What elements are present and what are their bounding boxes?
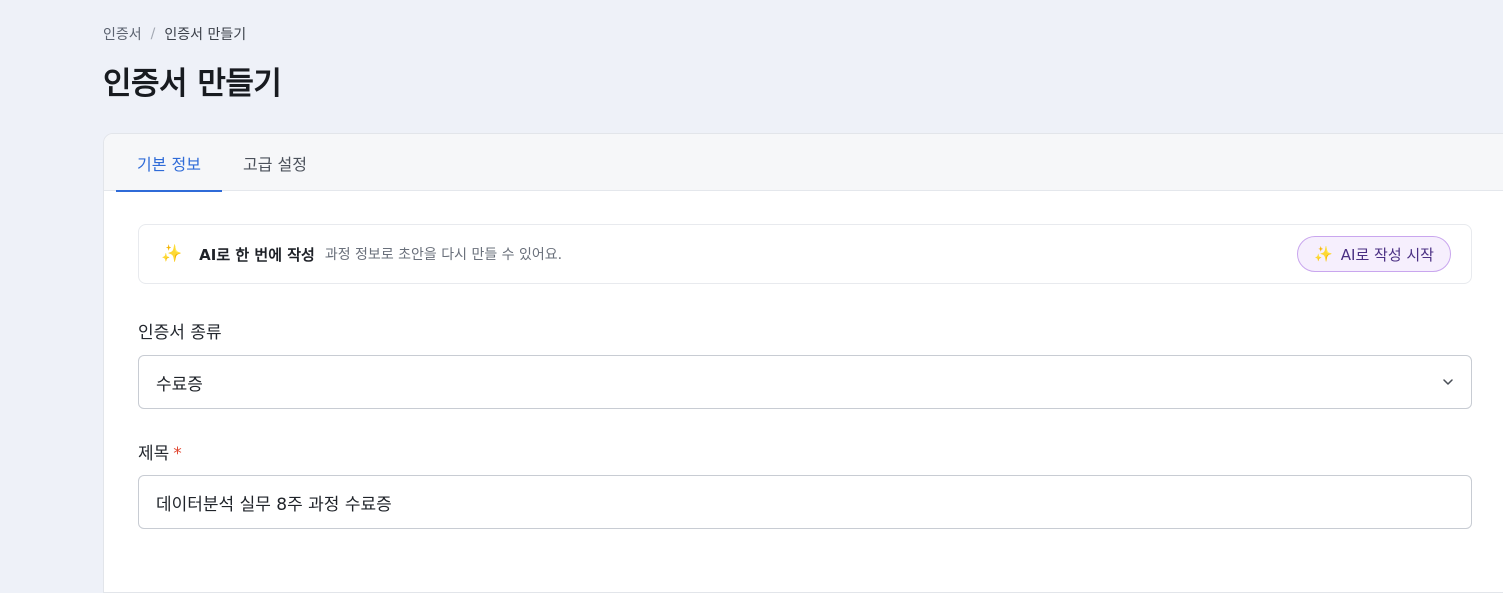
- title-label: 제목 *: [138, 439, 182, 464]
- ai-write-start-button[interactable]: ✨ AI로 작성 시작: [1297, 236, 1451, 272]
- ai-banner-description: 과정 정보로 초안을 다시 만들 수 있어요.: [324, 247, 563, 263]
- sparkle-icon: ✨: [1314, 245, 1333, 263]
- certificate-type-value: 수료증: [156, 374, 203, 395]
- tab-advanced-settings[interactable]: 고급 설정: [222, 134, 328, 191]
- chevron-down-icon: [1443, 379, 1453, 385]
- certificate-type-label: 인증서 종류: [138, 323, 222, 343]
- tab-basic-info[interactable]: 기본 정보: [116, 134, 222, 192]
- breadcrumb-item-current: 인증서 만들기: [164, 27, 247, 43]
- title-input[interactable]: 데이터분석 실무 8주 과정 수료증: [138, 475, 1472, 529]
- ai-write-start-button-label: AI로 작성 시작: [1340, 245, 1434, 264]
- title-input-value: 데이터분석 실무 8주 과정 수료증: [156, 494, 392, 515]
- title-label-text: 제목: [138, 444, 170, 464]
- sparkle-icon: ✨: [161, 244, 183, 264]
- tab-bar: 기본 정보 고급 설정: [104, 134, 1503, 192]
- breadcrumb-item-certificates[interactable]: 인증서: [103, 24, 142, 44]
- required-mark: *: [173, 444, 182, 464]
- certificate-type-select[interactable]: 수료증: [138, 355, 1472, 409]
- form-card: 기본 정보 고급 설정 ✨ AI로 한 번에 작성 과정 정보로 초안을 다시 …: [103, 133, 1503, 593]
- breadcrumb-separator: /: [150, 26, 156, 42]
- ai-banner-title: AI로 한 번에 작성: [199, 245, 315, 264]
- breadcrumb: 인증서 / 인증서 만들기: [103, 24, 246, 44]
- ai-banner: ✨ AI로 한 번에 작성 과정 정보로 초안을 다시 만들 수 있어요. ✨ …: [138, 224, 1472, 284]
- page-title: 인증서 만들기: [103, 66, 282, 102]
